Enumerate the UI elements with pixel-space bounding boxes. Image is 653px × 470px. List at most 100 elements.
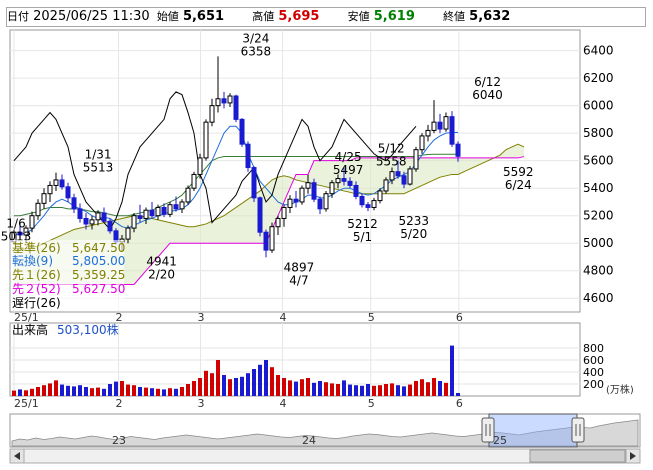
volume-bar (306, 378, 310, 396)
annotation-line2: 5/20 (400, 227, 427, 241)
candle-body (53, 179, 59, 186)
candle-body (149, 209, 155, 217)
volume-tick-label: 800 (583, 342, 604, 355)
volume-bar (48, 383, 52, 396)
price-tick-label: 5800 (583, 126, 614, 140)
volume-bar (288, 380, 292, 396)
annotation-line2: 5/1 (353, 230, 372, 244)
annotation-line2: 6358 (241, 44, 272, 58)
candle-body (209, 105, 215, 123)
legend-span1-value: 5,359.25 (72, 268, 125, 282)
price-tick-label: 5400 (583, 181, 614, 195)
volume-bar (252, 369, 256, 396)
candle-body (341, 178, 347, 182)
volume-bar (450, 345, 454, 396)
candle-body (407, 168, 413, 185)
candle-body (137, 215, 143, 219)
scroll-right-button[interactable] (625, 448, 641, 464)
volume-bar (90, 388, 94, 396)
volume-month-tick-label: 25/1 (14, 397, 39, 410)
volume-bar (456, 393, 460, 396)
volume-bar (354, 385, 358, 396)
candle-body (233, 95, 239, 120)
volume-bar (372, 385, 376, 396)
legend-base-value: 5,647.50 (72, 241, 125, 255)
volume-bar (54, 380, 58, 396)
chart-svg: 1/650131/31551349412/203/24635848974/74/… (1, 29, 641, 464)
annotation-line1: 5592 (503, 165, 534, 179)
price-tick-label: 5600 (583, 154, 614, 168)
candle-body (419, 135, 425, 151)
volume-bar (174, 388, 178, 396)
navigator-right-handle[interactable] (571, 417, 585, 443)
candle-body (83, 217, 89, 225)
candle-body (395, 171, 401, 177)
volume-bar (120, 381, 124, 396)
volume-bar (108, 384, 112, 396)
candle-body (401, 175, 407, 185)
volume-title: 出来高 (12, 322, 48, 337)
volume-bar (156, 388, 160, 396)
price-tick-label: 6400 (583, 44, 614, 58)
volume-bar (438, 381, 442, 396)
annotation-line2: 5558 (376, 154, 407, 168)
candle-body (425, 129, 431, 137)
annotation-line2: 6/24 (505, 178, 532, 192)
volume-bar (78, 385, 82, 396)
volume-month-tick-label: 5 (368, 397, 375, 410)
volume-bar (264, 360, 268, 396)
volume-axis: 200400600800 (583, 342, 604, 391)
annotation-line1: 1/6 (6, 216, 25, 230)
volume-month-tick-label: 4 (280, 397, 287, 410)
volume-month-tick-label: 6 (456, 397, 463, 410)
annotation-line1: 1/31 (85, 148, 112, 162)
price-tick-label: 4600 (583, 291, 614, 305)
annotation-line2: 6040 (472, 88, 503, 102)
volume-bar (336, 384, 340, 396)
candle-body (263, 231, 269, 251)
candle-body (131, 215, 137, 229)
candle-body (191, 173, 197, 189)
annotation-line1: 5233 (398, 214, 429, 228)
volume-month-tick-label: 3 (198, 397, 205, 410)
annotation-line1: 6/12 (474, 75, 501, 89)
scrollbar-thumb[interactable] (529, 449, 626, 463)
candle-body (287, 198, 293, 208)
volume-bar (138, 387, 142, 396)
volume-bar (96, 387, 100, 396)
volume-bar (378, 385, 382, 396)
candle-body (143, 209, 149, 219)
legend-span2-label: 先２(52) (12, 282, 61, 296)
candle-body (47, 184, 53, 195)
navigator-label-25: 25 (493, 434, 507, 447)
candle-body (347, 180, 353, 186)
volume-bar (162, 389, 166, 396)
annotation-line2: 2/20 (148, 267, 175, 281)
volume-bar (318, 381, 322, 396)
volume-bar (36, 387, 40, 396)
volume-bar (366, 384, 370, 396)
volume-bar (204, 370, 208, 396)
candle-body (353, 184, 359, 197)
price-tick-label: 6000 (583, 99, 614, 113)
volume-month-tick-label: 2 (116, 397, 123, 410)
candle-body (275, 217, 281, 228)
candle-body (335, 178, 341, 184)
candle-body (107, 220, 113, 232)
candle-body (443, 116, 449, 130)
annotation-line1: 4897 (284, 260, 315, 274)
volume-bar (228, 379, 232, 396)
candle-body (101, 212, 107, 222)
candle-body (269, 226, 275, 251)
volume-tick-label: 400 (583, 366, 604, 379)
volume-bar (102, 388, 106, 396)
candle-body (59, 179, 65, 188)
volume-bar (342, 380, 346, 396)
scroll-left-button[interactable] (9, 448, 25, 464)
volume-bar (270, 367, 274, 396)
candle-body (125, 227, 131, 240)
month-tick-label: 6 (456, 311, 463, 324)
legend-span2-value: 5,627.50 (72, 282, 125, 296)
volume-tick-label: 600 (583, 354, 604, 367)
candle-body (95, 212, 101, 221)
